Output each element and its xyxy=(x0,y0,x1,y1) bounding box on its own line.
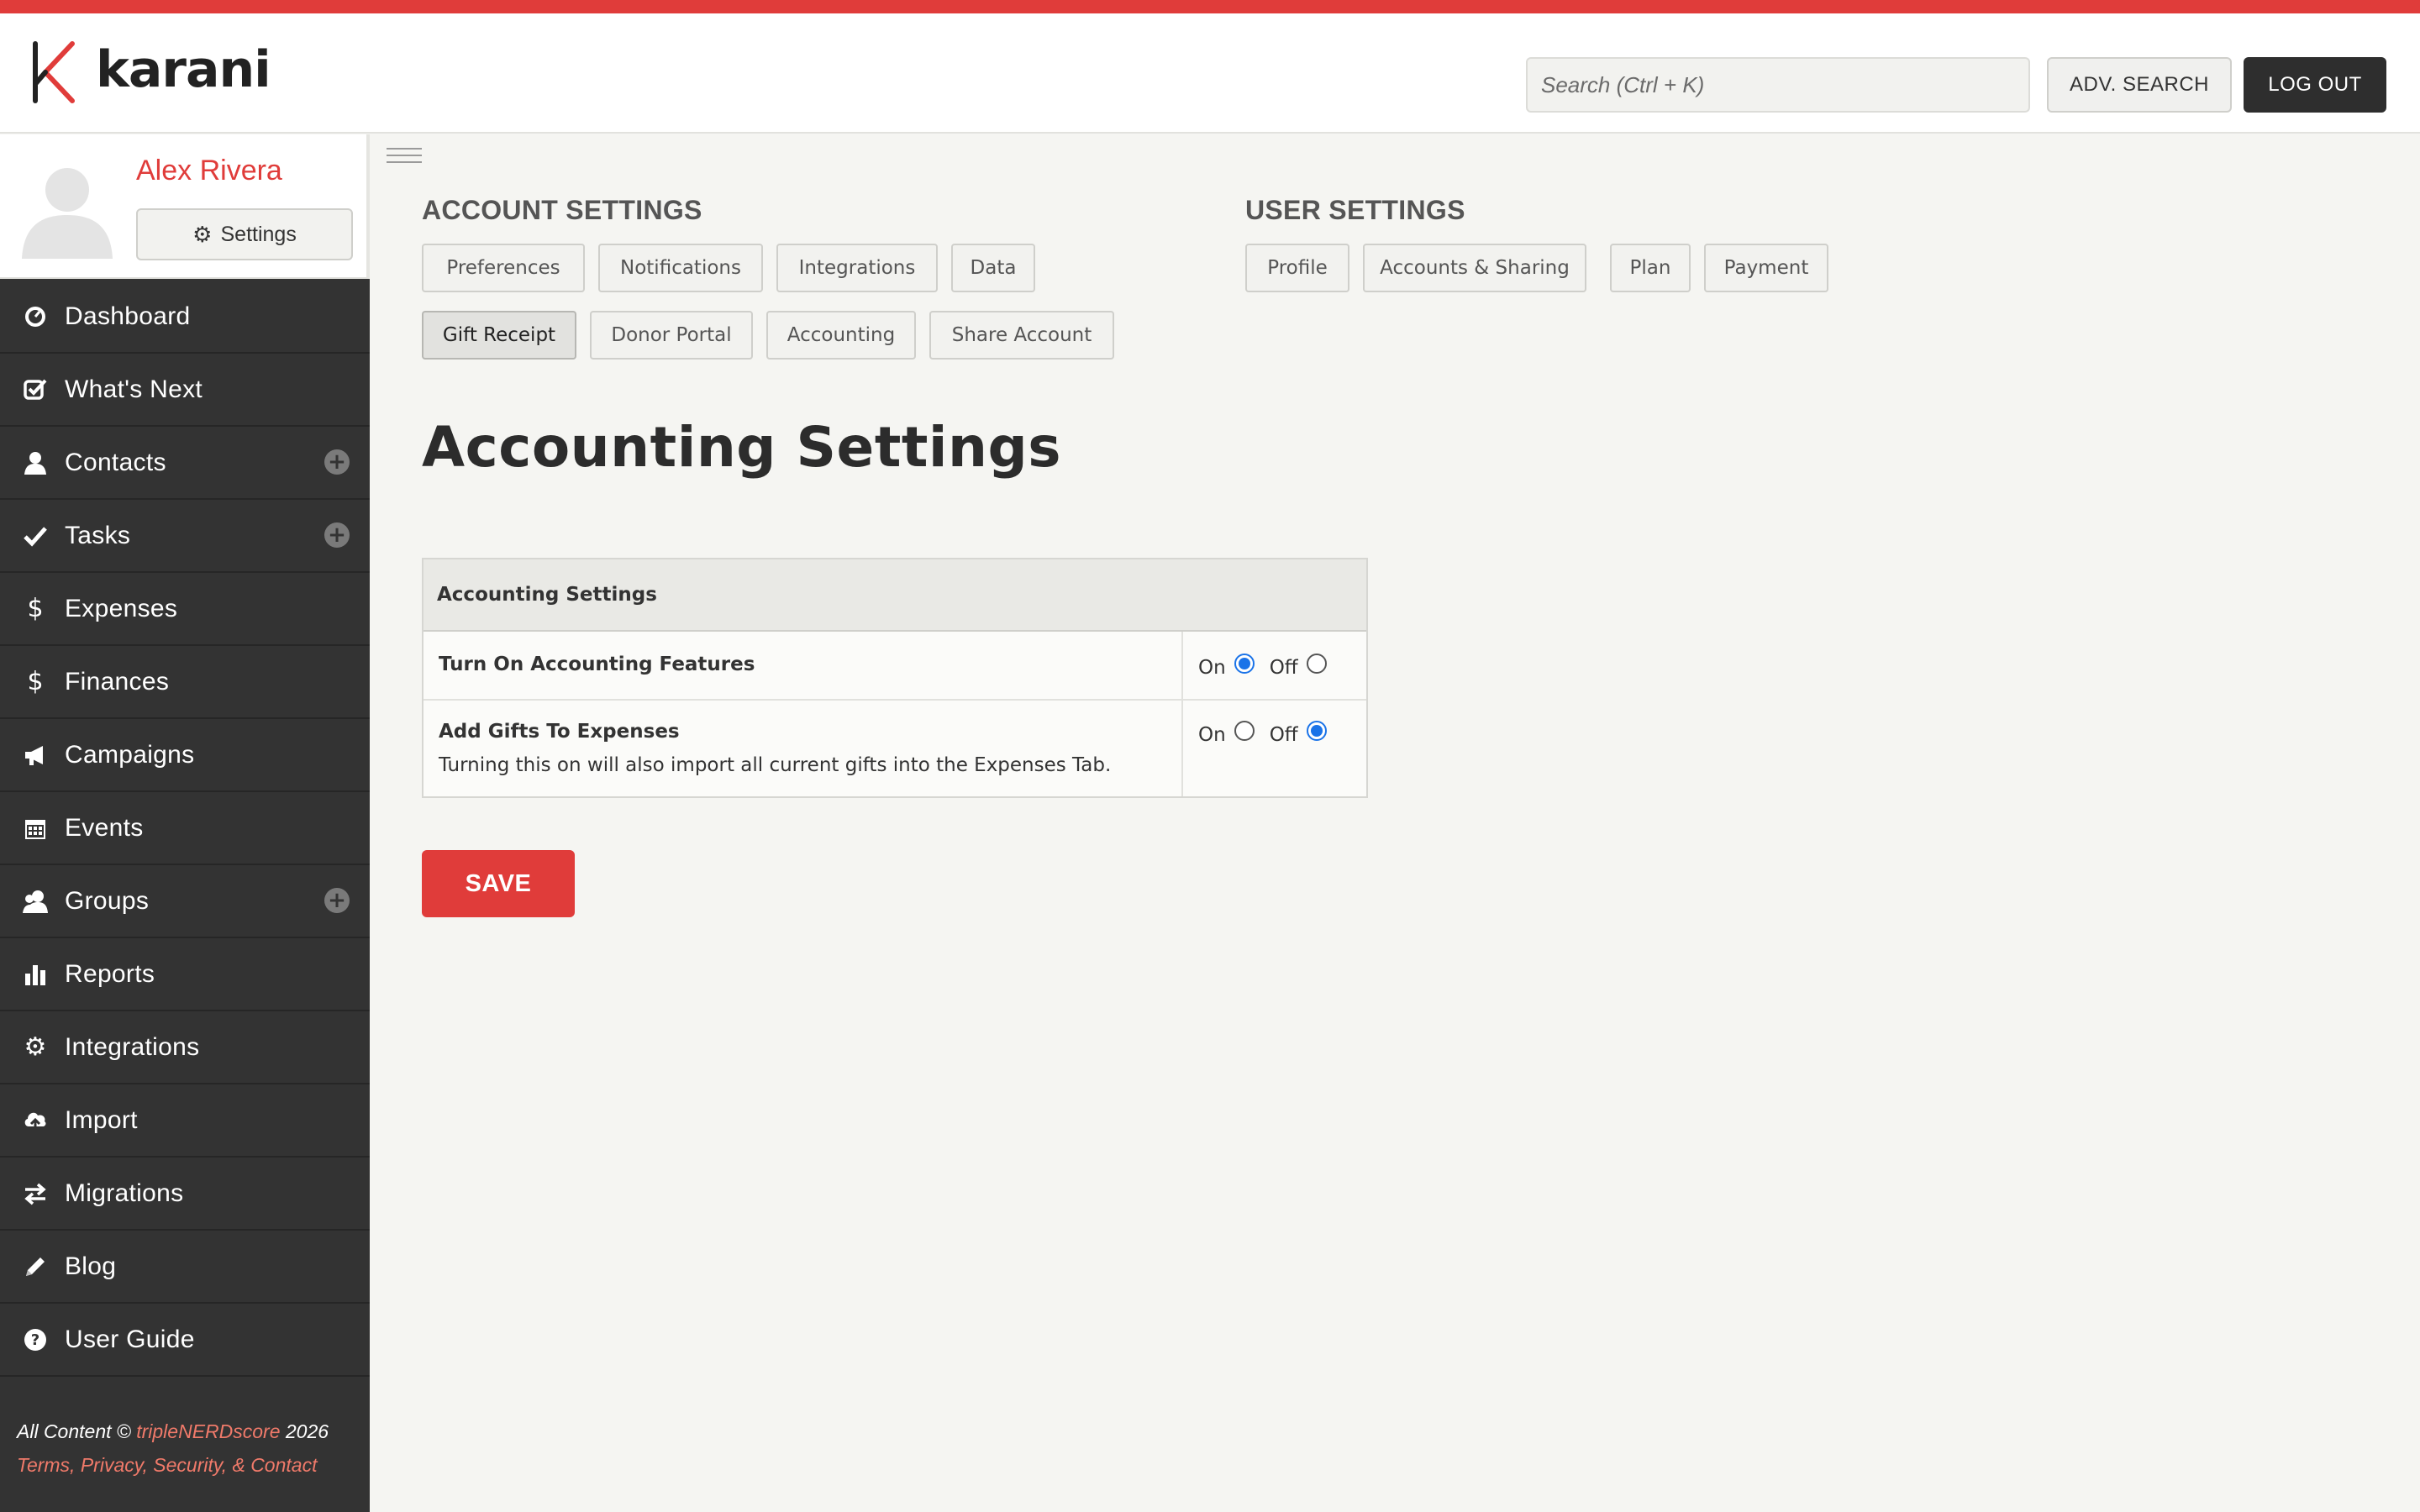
check-icon xyxy=(18,523,52,549)
adv-search-button[interactable]: ADV. SEARCH xyxy=(2047,57,2232,113)
tab-profile[interactable]: Profile xyxy=(1245,244,1349,292)
setting-label: Add Gifts To Expenses xyxy=(439,721,680,743)
table-row: Turn On Accounting Features On Off xyxy=(424,632,1366,701)
tab-share-account[interactable]: Share Account xyxy=(929,311,1114,360)
svg-text:?: ? xyxy=(31,1331,39,1349)
on-label: On xyxy=(1198,657,1226,679)
save-button[interactable]: SAVE xyxy=(422,850,575,917)
pencil-icon xyxy=(18,1254,52,1279)
top-accent-stripe xyxy=(0,0,2420,13)
sidebar-item-events[interactable]: Events xyxy=(0,792,370,865)
tab-accounts-sharing[interactable]: Accounts & Sharing xyxy=(1363,244,1586,292)
sidebar-item-reports[interactable]: Reports xyxy=(0,938,370,1011)
add-group-icon[interactable]: + xyxy=(324,888,350,913)
tab-plan[interactable]: Plan xyxy=(1610,244,1691,292)
sidebar-item-campaigns[interactable]: Campaigns xyxy=(0,719,370,792)
sidebar-nav: Dashboard What's Next Contacts + Tasks +… xyxy=(0,281,370,1377)
dollar-icon: $ xyxy=(27,667,44,696)
sidebar-item-tasks[interactable]: Tasks + xyxy=(0,500,370,573)
tab-notifications[interactable]: Notifications xyxy=(598,244,763,292)
setting-label: Turn On Accounting Features xyxy=(439,654,755,675)
gear-icon: ⚙ xyxy=(192,221,213,247)
gifts-off-radio[interactable] xyxy=(1306,721,1327,741)
sidebar-item-groups[interactable]: Groups + xyxy=(0,865,370,938)
sidebar-item-integrations[interactable]: ⚙ Integrations xyxy=(0,1011,370,1084)
sidebar-item-import[interactable]: Import xyxy=(0,1084,370,1158)
sidebar-item-whats-next[interactable]: What's Next xyxy=(0,354,370,427)
tab-preferences[interactable]: Preferences xyxy=(422,244,585,292)
question-icon: ? xyxy=(18,1327,52,1352)
sidebar-item-contacts[interactable]: Contacts + xyxy=(0,427,370,500)
company-link[interactable]: tripleNERDscore xyxy=(136,1420,280,1442)
tab-gift-receipt[interactable]: Gift Receipt xyxy=(422,311,576,360)
on-label: On xyxy=(1198,724,1226,746)
karani-logo-icon xyxy=(33,41,75,103)
tab-integrations[interactable]: Integrations xyxy=(776,244,938,292)
profile-name[interactable]: Alex Rivera xyxy=(136,155,282,187)
sidebar-item-finances[interactable]: $ Finances xyxy=(0,646,370,719)
sidebar-footer: All Content © tripleNERDscore 2026 Terms… xyxy=(17,1415,370,1482)
setting-description: Turning this on will also import all cur… xyxy=(439,754,1112,776)
cloud-upload-icon xyxy=(18,1108,52,1133)
sidebar-item-user-guide[interactable]: ? User Guide xyxy=(0,1304,370,1377)
exchange-icon xyxy=(18,1181,52,1206)
sidebar-item-dashboard[interactable]: Dashboard xyxy=(0,281,370,354)
search-input[interactable] xyxy=(1526,57,2030,113)
top-header: karani ADV. SEARCH LOG OUT xyxy=(0,13,2420,134)
settings-button[interactable]: ⚙ Settings xyxy=(136,208,353,260)
bar-chart-icon xyxy=(18,962,52,987)
settings-label: Settings xyxy=(220,222,297,246)
accounting-settings-table: Accounting Settings Turn On Accounting F… xyxy=(422,558,1368,798)
copyright-line: All Content © tripleNERDscore 2026 xyxy=(17,1420,329,1442)
sidebar: Alex Rivera ⚙ Settings Dashboard What's … xyxy=(0,134,370,1512)
logout-button[interactable]: LOG OUT xyxy=(2244,57,2386,113)
terms-link[interactable]: Terms, Privacy, Security, & Contact xyxy=(17,1448,370,1482)
tab-accounting[interactable]: Accounting xyxy=(766,311,916,360)
page-title: Accounting Settings xyxy=(422,415,1062,480)
tab-payment[interactable]: Payment xyxy=(1704,244,1828,292)
checkbox-icon xyxy=(18,377,52,402)
avatar-placeholder-icon[interactable] xyxy=(15,155,119,259)
sidebar-item-blog[interactable]: Blog xyxy=(0,1231,370,1304)
add-contact-icon[interactable]: + xyxy=(324,449,350,475)
dashboard-icon xyxy=(18,304,52,329)
add-task-icon[interactable]: + xyxy=(324,522,350,548)
user-icon xyxy=(18,450,52,475)
megaphone-icon xyxy=(18,743,52,768)
account-settings-heading: ACCOUNT SETTINGS xyxy=(422,195,702,225)
gifts-on-radio[interactable] xyxy=(1234,721,1255,741)
off-label: Off xyxy=(1269,724,1298,746)
table-row: Add Gifts To Expenses Turning this on wi… xyxy=(424,701,1366,796)
brand-name: karani xyxy=(96,40,271,99)
accounting-off-radio[interactable] xyxy=(1306,654,1327,674)
sidebar-item-migrations[interactable]: Migrations xyxy=(0,1158,370,1231)
gear-icon: ⚙ xyxy=(24,1032,47,1062)
table-header: Accounting Settings xyxy=(424,559,1366,632)
calendar-icon xyxy=(18,816,52,841)
sidebar-item-expenses[interactable]: $ Expenses xyxy=(0,573,370,646)
accounting-on-radio[interactable] xyxy=(1234,654,1255,674)
brand-logo[interactable]: karani xyxy=(27,39,271,106)
dollar-icon: $ xyxy=(27,594,44,623)
off-label: Off xyxy=(1269,657,1298,679)
user-settings-heading: USER SETTINGS xyxy=(1245,195,1465,225)
sidebar-toggle-icon[interactable] xyxy=(387,148,422,166)
users-icon xyxy=(18,889,52,914)
tab-donor-portal[interactable]: Donor Portal xyxy=(590,311,753,360)
tab-data[interactable]: Data xyxy=(951,244,1035,292)
profile-card: Alex Rivera ⚙ Settings xyxy=(0,134,370,279)
